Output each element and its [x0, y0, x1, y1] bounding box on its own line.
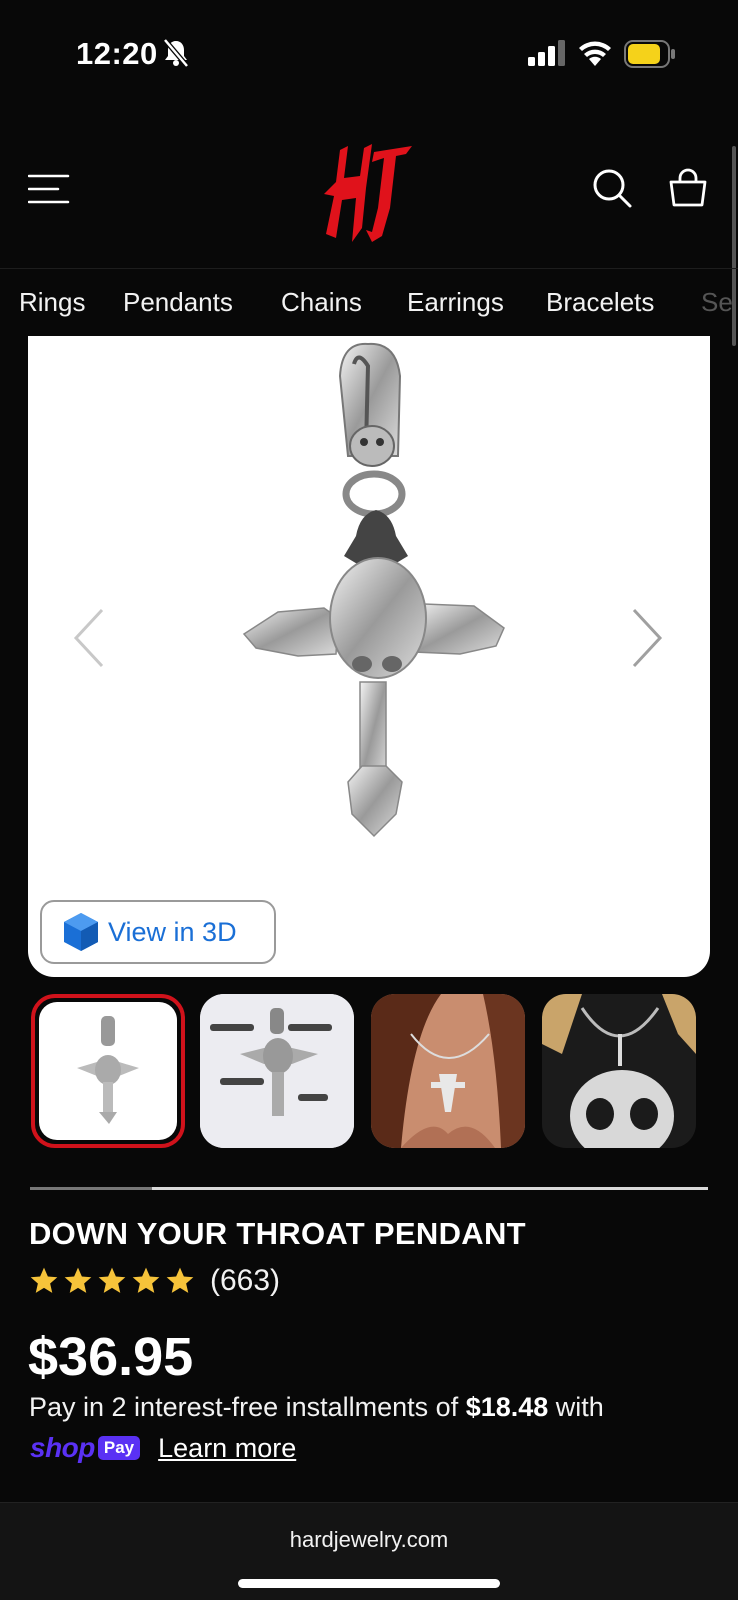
carousel-progress-fill	[30, 1187, 153, 1190]
category-rings[interactable]: Rings	[19, 287, 85, 318]
signal-icon	[528, 40, 565, 66]
browser-url-bar[interactable]: hardjewelry.com	[0, 1502, 738, 1600]
shop-pay-badge: Pay	[97, 1436, 141, 1460]
product-rating[interactable]: (663)	[28, 1264, 280, 1298]
learn-more-link[interactable]: Learn more	[158, 1433, 296, 1464]
category-earrings[interactable]: Earrings	[407, 287, 504, 318]
thumbnail-features-image	[200, 994, 354, 1148]
star-icon	[64, 1267, 92, 1293]
cart-icon[interactable]	[668, 166, 708, 208]
battery-icon	[624, 40, 675, 68]
thumbnail-shirt-image	[542, 994, 696, 1148]
thumbnail-model-image	[371, 994, 525, 1148]
carousel-progress-track	[30, 1187, 708, 1190]
hj-logo[interactable]	[322, 138, 416, 248]
url-text[interactable]: hardjewelry.com	[0, 1527, 738, 1553]
thumbnail-1[interactable]	[31, 994, 185, 1148]
bell-slash-icon	[163, 38, 189, 68]
status-time: 12:20	[76, 36, 158, 71]
category-nav: Rings Pendants Chains Earrings Bracelets…	[0, 268, 738, 334]
thumbnail-pendant-image	[77, 1016, 139, 1124]
wifi-icon	[579, 41, 611, 66]
search-icon[interactable]	[592, 168, 634, 210]
menu-icon[interactable]	[28, 172, 70, 206]
category-partial[interactable]: Se	[701, 287, 733, 318]
cube-3d-icon	[64, 913, 98, 951]
view-in-3d-button[interactable]: View in 3D	[40, 900, 276, 964]
home-indicator[interactable]	[238, 1579, 500, 1588]
category-pendants[interactable]: Pendants	[123, 287, 233, 318]
installments-prefix: Pay in 2 interest-free installments of	[29, 1392, 466, 1422]
star-icon	[98, 1267, 126, 1293]
product-title: DOWN YOUR THROAT PENDANT	[29, 1216, 526, 1251]
pendant-image	[242, 342, 505, 838]
star-icon	[166, 1267, 194, 1293]
site-header	[0, 128, 738, 258]
installments-text: Pay in 2 interest-free installments of $…	[29, 1392, 604, 1423]
thumbnail-2[interactable]	[200, 994, 354, 1148]
category-bracelets[interactable]: Bracelets	[546, 287, 654, 318]
thumbnail-4[interactable]	[542, 994, 696, 1148]
chevron-right-icon[interactable]	[630, 608, 664, 668]
status-bar: 12:20	[0, 0, 738, 110]
shop-pay-logo-text: shop	[30, 1432, 95, 1463]
category-chains[interactable]: Chains	[281, 287, 362, 318]
installments-amount: $18.48	[465, 1392, 549, 1422]
product-price: $36.95	[28, 1327, 194, 1387]
chevron-left-icon[interactable]	[72, 608, 106, 668]
shop-pay-row: shop Pay Learn more	[30, 1432, 296, 1464]
star-icon	[132, 1267, 160, 1293]
thumbnail-3[interactable]	[371, 994, 525, 1148]
thumbnail-strip	[28, 994, 710, 1154]
product-gallery[interactable]: View in 3D	[28, 336, 710, 977]
installments-suffix: with	[548, 1392, 604, 1422]
view-in-3d-label: View in 3D	[108, 916, 237, 947]
star-icon	[30, 1267, 58, 1293]
review-count[interactable]: (663)	[210, 1264, 280, 1298]
